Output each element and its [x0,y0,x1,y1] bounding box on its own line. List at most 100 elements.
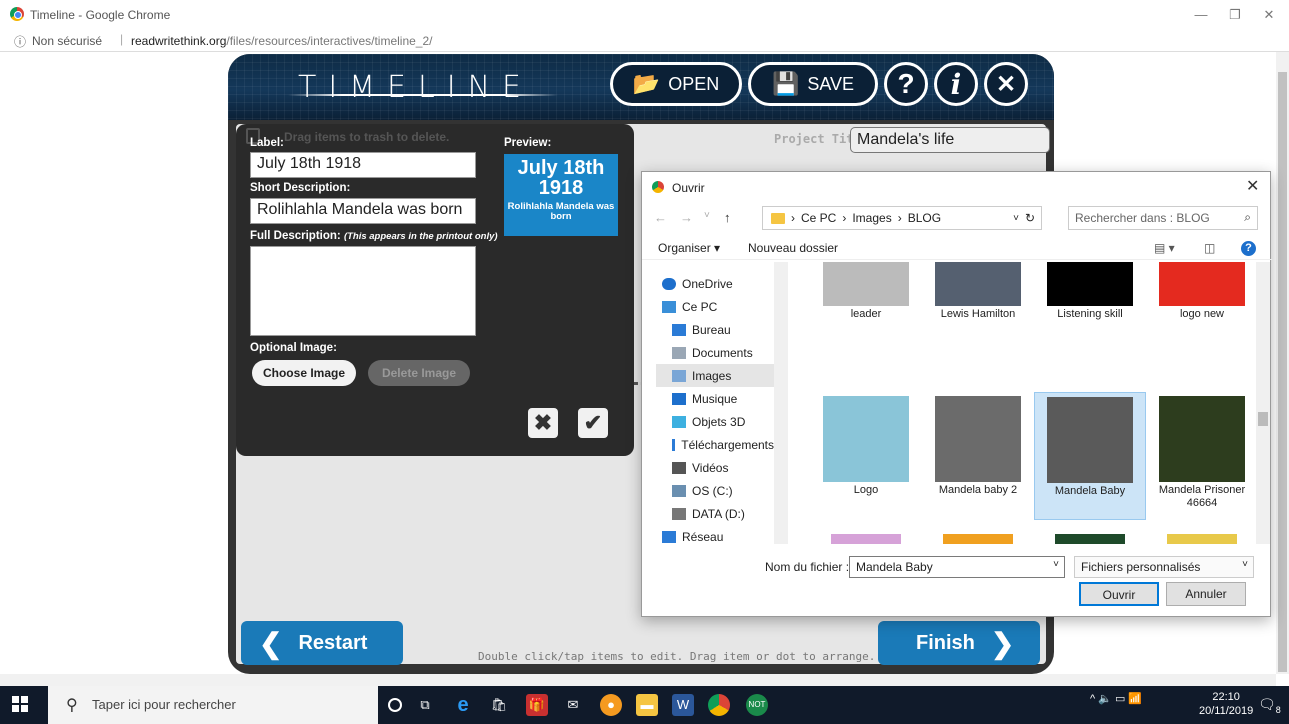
tree-item-documents[interactable]: Documents [656,341,774,364]
tree-item-musique[interactable]: Musique [656,387,774,410]
path-segment[interactable]: Ce PC [801,211,836,225]
tree-item-data-d[interactable]: DATA (D:) [656,502,774,525]
view-options-icon[interactable]: ▤ ▾ [1154,241,1175,255]
restore-icon[interactable]: ❐ [1220,4,1250,26]
save-button[interactable]: 💾 SAVE [748,62,878,106]
cortana-icon[interactable] [388,698,402,712]
path-segment[interactable]: Images [852,211,891,225]
tree-item-telechargements[interactable]: Téléchargements [656,433,774,456]
help-button[interactable]: ? [884,62,928,106]
restart-button[interactable]: ❮ Restart [241,621,403,665]
recent-locations-icon[interactable]: ˅ [704,210,710,221]
tree-item-reseau[interactable]: Réseau [656,525,774,544]
tree-item-bureau[interactable]: Bureau [656,318,774,341]
not-app-icon[interactable]: NOT [746,694,768,716]
choose-image-button[interactable]: Choose Image [252,360,356,386]
organize-menu[interactable]: Organiser ▾ [658,241,720,255]
file-item[interactable]: Lewis Hamilton [922,262,1034,320]
filetype-select[interactable]: Fichiers personnalisés ˅ [1074,556,1254,578]
restart-label: Restart [298,631,368,654]
finish-button[interactable]: Finish ❯ [878,621,1040,665]
address-bar[interactable]: ⓘ Non sécurisé | readwritethink.org/file… [0,30,1289,52]
close-app-button[interactable]: ✕ [984,62,1028,106]
filename-input[interactable]: Mandela Baby ˅ [849,556,1065,578]
chrome-taskbar-icon[interactable] [708,694,730,716]
file-item[interactable]: Listening skill [1034,262,1146,320]
minimize-icon[interactable]: — [1186,4,1216,26]
up-folder-icon[interactable]: ↑ [724,210,731,225]
file-item[interactable]: May basket 1 [1034,526,1146,544]
cancel-button[interactable]: Annuler [1166,582,1246,606]
file-item[interactable]: Mandela Prisoner 46664 [1146,392,1256,520]
gift-icon[interactable]: 🎁 [526,694,548,716]
mail-icon[interactable]: ✉ [562,694,584,716]
edge-icon[interactable]: e [452,694,474,716]
file-grid[interactable]: leader Lewis Hamilton Listening skill logo … [790,262,1256,544]
back-icon[interactable]: ← [654,210,667,225]
tree-item-objets-3d[interactable]: Objets 3D [656,410,774,433]
file-item[interactable]: logo new [1146,262,1256,320]
word-icon[interactable]: W [672,694,694,716]
url-text[interactable]: readwritethink.org/files/resources/inter… [131,34,432,48]
notification-icon[interactable]: 🗨8 [1258,696,1281,715]
security-label[interactable]: Non sécurisé [32,34,102,48]
cancel-edit-button[interactable]: ✖ [528,408,558,438]
page-horizontal-scrollbar[interactable] [0,674,1276,686]
tree-item-videos[interactable]: Vidéos [656,456,774,479]
store-icon[interactable]: 🛍 [488,694,510,716]
folder-open-icon: 📂 [632,71,661,96]
path-bar[interactable]: › Ce PC › Images › BLOG ˅ ↻ [762,206,1042,230]
close-icon[interactable]: ✕ [1254,4,1284,26]
window-title: Timeline - Google Chrome [30,8,171,22]
full-description-textarea[interactable] [250,246,476,336]
search-placeholder: Rechercher dans : BLOG [1075,211,1210,225]
forward-icon[interactable]: → [680,210,693,225]
tree-item-images[interactable]: Images [656,364,774,387]
finish-label: Finish [916,631,975,654]
file-item[interactable]: Mandela Baby [1034,392,1146,520]
short-description-input[interactable]: Rolihlahla Mandela was born [250,198,476,224]
file-grid-scrollbar[interactable] [1256,262,1270,544]
preview-pane-icon[interactable]: ◫ [1204,241,1215,255]
tree-item-ce-pc[interactable]: Ce PC [656,295,774,318]
file-item[interactable]: Mandela baby 2 [922,392,1034,520]
info-icon[interactable]: ⓘ [14,33,26,50]
info-button[interactable]: i [934,62,978,106]
footer-hint: Double click/tap items to edit. Drag ite… [478,650,876,663]
file-item[interactable]: Map UK blog [922,526,1034,544]
task-view-icon[interactable]: ⧉ [414,694,436,716]
page-vertical-scrollbar[interactable] [1276,52,1289,674]
scroll-thumb[interactable] [1278,72,1287,672]
preview-card: July 18th 1918 Rolihlahla Mandela was bo… [504,154,618,236]
file-item[interactable]: Map Australia [810,526,922,544]
open-button[interactable]: 📂 OPEN [610,62,742,106]
dialog-close-icon[interactable]: ✕ [1246,176,1259,196]
help-icon: ? [897,68,915,99]
help-icon[interactable]: ? [1241,241,1256,256]
scroll-thumb[interactable] [1258,412,1268,426]
path-segment[interactable]: BLOG [908,211,941,225]
confirm-edit-button[interactable]: ✔ [578,408,608,438]
orange-app-icon[interactable]: ● [600,694,622,716]
open-file-button[interactable]: Ouvrir [1079,582,1159,606]
file-explorer-icon[interactable]: ▬ [636,694,658,716]
clock[interactable]: 22:10 20/11/2019 [1199,690,1253,718]
file-item[interactable]: May basket 2 [1146,526,1256,544]
new-folder-button[interactable]: Nouveau dossier [748,241,838,255]
dialog-search-input[interactable]: Rechercher dans : BLOG ⌕ [1068,206,1258,230]
navigation-pane[interactable]: OneDrive Ce PC Bureau Documents Images M… [656,262,774,544]
system-tray-icons[interactable]: ^ 🔈 ▭ 📶 [1090,692,1142,705]
tree-item-onedrive[interactable]: OneDrive [656,272,774,295]
chevron-down-icon[interactable]: ˅ [1013,213,1019,224]
refresh-icon[interactable]: ↻ [1025,211,1041,225]
file-item[interactable]: leader [810,262,922,320]
taskbar-search-input[interactable]: ⚲ Taper ici pour rechercher [48,686,378,724]
file-item[interactable]: Logo [810,392,922,520]
navigation-scrollbar[interactable] [774,262,788,544]
project-title-input[interactable]: Mandela's life [850,127,1050,153]
chevron-down-icon[interactable]: ˅ [1053,559,1059,570]
windows-start-icon[interactable] [12,696,28,712]
tree-item-label: DATA (D:) [692,506,745,521]
tree-item-os-c[interactable]: OS (C:) [656,479,774,502]
label-input[interactable]: July 18th 1918 [250,152,476,178]
